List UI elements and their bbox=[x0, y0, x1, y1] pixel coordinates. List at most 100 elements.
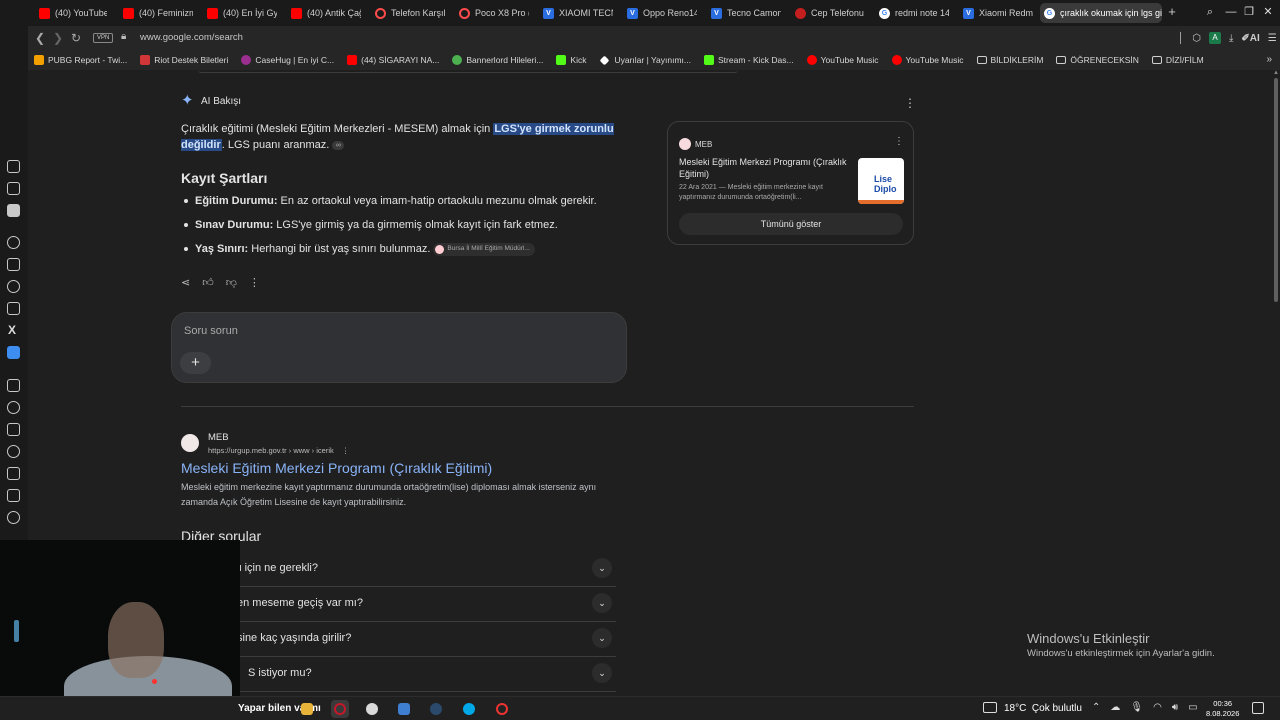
source-chip[interactable]: Bursa İl Millî Eğitim Müdürl... bbox=[433, 242, 535, 256]
more-options-icon[interactable]: ⋮ bbox=[249, 276, 260, 289]
result-title-link[interactable]: Mesleki Eğitim Merkezi Programı (Çıraklı… bbox=[181, 460, 492, 476]
bookmark-item[interactable]: PUBG Report - Twi... bbox=[34, 55, 127, 65]
chevron-up-icon[interactable]: ⌃ bbox=[1092, 702, 1100, 713]
back-button[interactable]: ❮ bbox=[32, 30, 48, 46]
tab[interactable]: V Oppo Reno14F bbox=[623, 3, 697, 23]
history-icon[interactable] bbox=[7, 445, 20, 458]
bluesky-icon[interactable] bbox=[7, 346, 20, 359]
notifications-icon[interactable] bbox=[1252, 702, 1264, 714]
chevron-down-icon[interactable]: ⌄ bbox=[592, 663, 612, 683]
volume-icon[interactable]: 🔊︎ bbox=[1172, 702, 1178, 713]
taskbar-clock[interactable]: 00:36 8.08.2026 bbox=[1206, 699, 1239, 719]
tab[interactable]: Cep Telefonu F bbox=[791, 3, 865, 23]
sidebar-toggle-icon[interactable]: │ bbox=[1178, 33, 1184, 44]
bookmark-item[interactable]: (44) SİGARAYI NA... bbox=[347, 55, 439, 65]
file-explorer-icon[interactable] bbox=[298, 700, 316, 718]
faq-item[interactable]: lu için ne gerekli? ⌄ bbox=[181, 552, 616, 587]
search-tabs-icon[interactable]: ⌕ bbox=[1201, 4, 1219, 20]
downloads-icon[interactable] bbox=[7, 467, 20, 480]
source-thumbnail[interactable]: Lise Diplo bbox=[858, 158, 904, 204]
tab[interactable]: (40) Feminizm bbox=[119, 3, 193, 23]
bookmark-folder[interactable]: BİLDİKLERİM bbox=[976, 55, 1043, 65]
new-tab-button[interactable]: + bbox=[1165, 5, 1179, 19]
bookmark-item[interactable]: YouTube Music bbox=[891, 55, 964, 65]
app-taskbar-icon[interactable] bbox=[363, 700, 381, 718]
tab[interactable]: Gredmi note 14 p bbox=[875, 3, 949, 23]
bookmark-folder[interactable]: ÖĞRENECEKSİN bbox=[1056, 55, 1139, 65]
weather-widget[interactable]: 18°C Çok bulutlu bbox=[1004, 703, 1082, 714]
close-button[interactable]: ✕ bbox=[1259, 4, 1277, 20]
menu-icon[interactable]: ☰ bbox=[1268, 33, 1277, 44]
forward-button[interactable]: ❯ bbox=[50, 30, 66, 46]
cloud-icon[interactable]: ☁ bbox=[1110, 702, 1120, 713]
notes-icon[interactable] bbox=[7, 182, 20, 195]
ask-input[interactable]: Soru sorun bbox=[184, 325, 238, 337]
tab[interactable]: Telefon Karşılaş bbox=[371, 3, 445, 23]
skype-icon[interactable] bbox=[460, 700, 478, 718]
tab[interactable]: V XIAOMI TECNO bbox=[539, 3, 613, 23]
bookmark-item[interactable]: Riot Destek Biletleri bbox=[140, 55, 228, 65]
bookmark-item[interactable]: CaseHug | En iyi C... bbox=[241, 55, 334, 65]
minimize-button[interactable]: — bbox=[1222, 4, 1240, 20]
weather-icon[interactable] bbox=[983, 702, 997, 713]
restore-button[interactable]: ❐ bbox=[1240, 4, 1258, 20]
reload-button[interactable]: ↻ bbox=[68, 30, 84, 46]
ai-overview-menu-icon[interactable]: ⋮ bbox=[904, 96, 916, 110]
page-scrollbar[interactable]: ▲ bbox=[1272, 70, 1280, 696]
bookmarks-overflow-icon[interactable]: » bbox=[1266, 54, 1272, 65]
clock-app-icon[interactable] bbox=[493, 700, 511, 718]
result-url[interactable]: https://urgup.meb.gov.tr › www › icerik ⋮ bbox=[208, 446, 349, 455]
chevron-down-icon[interactable]: ⌄ bbox=[592, 593, 612, 613]
vpn-badge[interactable]: VPN bbox=[93, 33, 114, 43]
scroll-thumb[interactable] bbox=[1274, 78, 1278, 302]
bookmark-folder[interactable]: DİZİ/FİLM bbox=[1151, 55, 1204, 65]
faq-item[interactable]: S istiyor mu? ⌄ bbox=[181, 657, 616, 692]
source-card-menu-icon[interactable]: ⋮ bbox=[894, 136, 904, 147]
bookmark-item[interactable]: Bannerlord Hileleri... bbox=[452, 55, 543, 65]
cube-icon[interactable]: ⬡ bbox=[1192, 33, 1201, 44]
bookmark-item[interactable]: Uyarılar | Yayınımı... bbox=[599, 55, 691, 65]
settings-icon[interactable] bbox=[7, 511, 20, 524]
thumbs-up-icon[interactable]: 👍︎ bbox=[202, 276, 214, 289]
tab[interactable]: (40) Antik Çağ bbox=[287, 3, 361, 23]
aria-ai-button[interactable]: ✐AI bbox=[1241, 33, 1259, 44]
extensions-icon[interactable] bbox=[7, 489, 20, 502]
computer-taskbar-icon[interactable] bbox=[395, 700, 413, 718]
ask-box[interactable]: Soru sorun + bbox=[171, 312, 627, 383]
twitch-icon[interactable] bbox=[7, 258, 20, 271]
chevron-down-icon[interactable]: ⌄ bbox=[592, 558, 612, 578]
faq-item[interactable]: en meseme geçiş var mı? ⌄ bbox=[181, 587, 616, 622]
opera-taskbar-icon[interactable] bbox=[331, 700, 349, 718]
instagram-icon[interactable] bbox=[7, 302, 20, 315]
x-icon[interactable]: X bbox=[8, 323, 16, 337]
download-icon[interactable]: ⤓ bbox=[1229, 33, 1233, 44]
extension-a-icon[interactable]: A bbox=[1208, 32, 1221, 44]
tab[interactable]: (40) YouTube bbox=[35, 3, 107, 23]
scroll-up-icon[interactable]: ▲ bbox=[1273, 70, 1279, 76]
link-icon[interactable]: ∞ bbox=[332, 140, 345, 150]
faq-item[interactable]: sine kaç yaşında girilir? ⌄ bbox=[181, 622, 616, 657]
chevron-down-icon[interactable]: ⌄ bbox=[592, 628, 612, 648]
share-icon[interactable]: ⋖ bbox=[181, 276, 190, 289]
thumbs-down-icon[interactable]: 👎︎ bbox=[226, 276, 237, 289]
steam-icon[interactable] bbox=[427, 700, 445, 718]
tab[interactable]: V Tecno Camon bbox=[707, 3, 781, 23]
pin-icon[interactable] bbox=[7, 423, 20, 436]
microphone-icon[interactable]: 🎙︎ bbox=[1130, 702, 1143, 713]
show-all-button[interactable]: Tümünü göster bbox=[679, 213, 903, 235]
m-app-icon[interactable] bbox=[7, 204, 20, 217]
heart-icon[interactable] bbox=[7, 401, 20, 414]
wifi-icon[interactable]: ◠ bbox=[1153, 702, 1162, 713]
url-input[interactable]: www.google.com/search bbox=[140, 32, 243, 43]
messenger-icon[interactable] bbox=[7, 160, 20, 173]
tab[interactable]: (40) En İyi Gyo bbox=[203, 3, 277, 23]
bookmark-item[interactable]: YouTube Music bbox=[806, 55, 879, 65]
battery-icon[interactable]: ▭ bbox=[1188, 702, 1197, 713]
tab[interactable]: V Xiaomi Redmi bbox=[959, 3, 1033, 23]
add-button[interactable]: + bbox=[180, 352, 211, 374]
bookmark-item[interactable]: Stream - Kick Das... bbox=[704, 55, 794, 65]
apps-grid-icon[interactable] bbox=[7, 379, 20, 392]
result-site-name[interactable]: MEB bbox=[208, 432, 229, 443]
tab-active[interactable]: Gçıraklık okumak için lgs gi bbox=[1040, 3, 1162, 23]
bookmark-item[interactable]: Kick bbox=[556, 55, 586, 65]
